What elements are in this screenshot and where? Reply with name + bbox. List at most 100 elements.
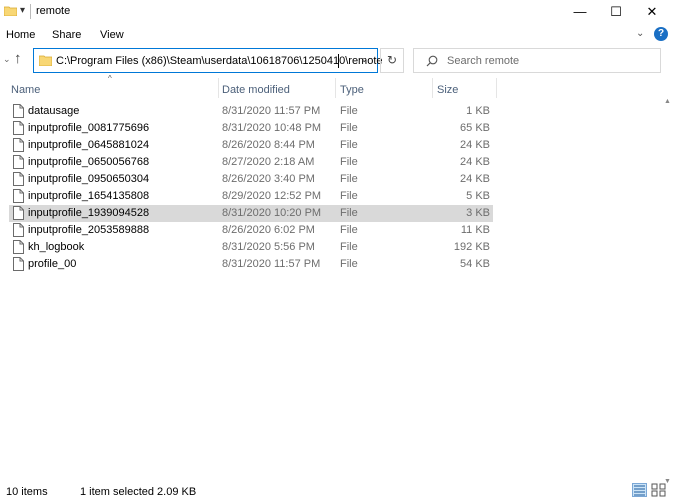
file-name[interactable]: inputprofile_1654135808 — [28, 190, 149, 202]
file-type: File — [340, 122, 358, 134]
file-date-modified: 8/31/2020 10:48 PM — [222, 122, 322, 134]
column-header-name[interactable]: Name — [11, 84, 40, 104]
tab-view[interactable]: View — [100, 29, 124, 41]
file-row[interactable]: profile_00 8/31/2020 11:57 PM File 54 KB — [9, 256, 493, 273]
file-size: 5 KB — [466, 190, 490, 202]
file-name[interactable]: profile_00 — [28, 258, 76, 270]
up-arrow-icon[interactable]: ↑ — [14, 50, 22, 67]
large-icons-view-icon — [651, 483, 666, 497]
file-row[interactable]: inputprofile_0950650304 8/26/2020 3:40 PM… — [9, 171, 493, 188]
details-view-button[interactable] — [632, 483, 647, 497]
tab-share[interactable]: Share — [52, 29, 81, 41]
file-date-modified: 8/26/2020 6:02 PM — [222, 224, 315, 236]
file-name[interactable]: kh_logbook — [28, 241, 84, 253]
navigation-bar: ⌄ ↑ C:\Program Files (x86)\Steam\userdat… — [0, 44, 673, 76]
folder-icon — [39, 55, 52, 66]
file-type: File — [340, 224, 358, 236]
file-size: 54 KB — [460, 258, 490, 270]
file-icon — [13, 240, 24, 254]
file-type: File — [340, 105, 358, 117]
recent-locations-icon[interactable]: ⌄ — [3, 54, 11, 65]
details-view-icon — [634, 485, 645, 496]
address-bar[interactable]: C:\Program Files (x86)\Steam\userdata\10… — [33, 48, 383, 73]
text-caret — [338, 54, 339, 68]
scroll-up-icon[interactable]: ▲ — [664, 98, 671, 105]
status-selection: 1 item selected 2.09 KB — [80, 486, 197, 498]
column-header-size[interactable]: Size — [437, 84, 458, 104]
file-name[interactable]: inputprofile_2053589888 — [28, 224, 149, 236]
file-icon — [13, 155, 24, 169]
file-type: File — [340, 173, 358, 185]
title-bar: ▾ remote — ☐ ✕ — [0, 0, 673, 24]
column-header-date[interactable]: Date modified — [222, 84, 290, 104]
file-row[interactable]: inputprofile_2053589888 8/26/2020 6:02 PM… — [9, 222, 493, 239]
file-name[interactable]: inputprofile_0645881024 — [28, 139, 149, 151]
file-size: 24 KB — [460, 156, 490, 168]
file-date-modified: 8/31/2020 11:57 PM — [222, 258, 321, 270]
file-name[interactable]: inputprofile_0950650304 — [28, 173, 149, 185]
file-icon — [13, 121, 24, 135]
column-divider[interactable] — [335, 78, 336, 98]
tab-home[interactable]: Home — [6, 29, 35, 41]
column-divider[interactable] — [432, 78, 433, 98]
title-separator — [30, 4, 31, 19]
file-date-modified: 8/31/2020 5:56 PM — [222, 241, 315, 253]
file-icon — [13, 104, 24, 118]
file-row[interactable]: kh_logbook 8/31/2020 5:56 PM File 192 KB — [9, 239, 493, 256]
address-path[interactable]: C:\Program Files (x86)\Steam\userdata\10… — [56, 55, 383, 67]
folder-icon — [4, 6, 17, 16]
file-date-modified: 8/27/2020 2:18 AM — [222, 156, 315, 168]
file-row[interactable]: inputprofile_1654135808 8/29/2020 12:52 P… — [9, 188, 493, 205]
sort-ascending-icon: ^ — [108, 74, 112, 83]
refresh-button[interactable]: ↻ — [380, 48, 404, 73]
file-row[interactable]: inputprofile_0081775696 8/31/2020 10:48 P… — [9, 120, 493, 137]
maximize-button[interactable]: ☐ — [598, 0, 634, 24]
file-date-modified: 8/26/2020 8:44 PM — [222, 139, 315, 151]
large-icons-view-button[interactable] — [651, 483, 666, 497]
file-row[interactable]: inputprofile_0645881024 8/26/2020 8:44 PM… — [9, 137, 493, 154]
file-size: 24 KB — [460, 139, 490, 151]
ribbon-expand-icon[interactable]: ⌄ — [636, 28, 644, 39]
file-date-modified: 8/31/2020 11:57 PM — [222, 105, 321, 117]
column-header-type[interactable]: Type — [340, 84, 364, 104]
vertical-scrollbar[interactable]: ▲ ▼ — [664, 98, 673, 488]
help-icon[interactable]: ? — [654, 27, 668, 41]
file-name[interactable]: inputprofile_0650056768 — [28, 156, 149, 168]
file-name[interactable]: inputprofile_0081775696 — [28, 122, 149, 134]
file-size: 3 KB — [466, 207, 490, 219]
file-icon — [13, 189, 24, 203]
file-icon — [13, 138, 24, 152]
file-icon — [13, 206, 24, 220]
file-type: File — [340, 190, 358, 202]
file-icon — [13, 257, 24, 271]
file-row[interactable]: inputprofile_1939094528 8/31/2020 10:20 P… — [9, 205, 493, 222]
file-size: 1 KB — [466, 105, 490, 117]
file-size: 192 KB — [453, 241, 490, 253]
file-date-modified: 8/31/2020 10:20 PM — [222, 207, 322, 219]
file-icon — [13, 223, 24, 237]
window-title: remote — [36, 5, 71, 17]
close-button[interactable]: ✕ — [634, 0, 670, 24]
file-row[interactable]: datausage 8/31/2020 11:57 PM File 1 KB — [9, 103, 493, 120]
file-size: 24 KB — [460, 173, 490, 185]
file-name[interactable]: datausage — [28, 105, 79, 117]
file-type: File — [340, 207, 358, 219]
search-icon — [426, 55, 438, 67]
file-name[interactable]: inputprofile_1939094528 — [28, 207, 149, 219]
file-type: File — [340, 139, 358, 151]
file-size: 65 KB — [460, 122, 490, 134]
file-type: File — [340, 156, 358, 168]
address-dropdown-icon[interactable]: ⌄ — [360, 54, 368, 65]
file-row[interactable]: inputprofile_0650056768 8/27/2020 2:18 AM… — [9, 154, 493, 171]
status-bar: 10 items 1 item selected 2.09 KB — [0, 480, 673, 500]
search-input[interactable]: Search remote — [413, 48, 661, 73]
minimize-button[interactable]: — — [562, 0, 598, 24]
column-divider[interactable] — [218, 78, 219, 98]
file-icon — [13, 172, 24, 186]
column-divider[interactable] — [496, 78, 497, 98]
file-type: File — [340, 241, 358, 253]
file-size: 11 KB — [460, 224, 490, 236]
quick-access-dropdown-icon[interactable]: ▾ — [20, 5, 25, 16]
file-date-modified: 8/26/2020 3:40 PM — [222, 173, 315, 185]
search-placeholder: Search remote — [447, 55, 520, 67]
